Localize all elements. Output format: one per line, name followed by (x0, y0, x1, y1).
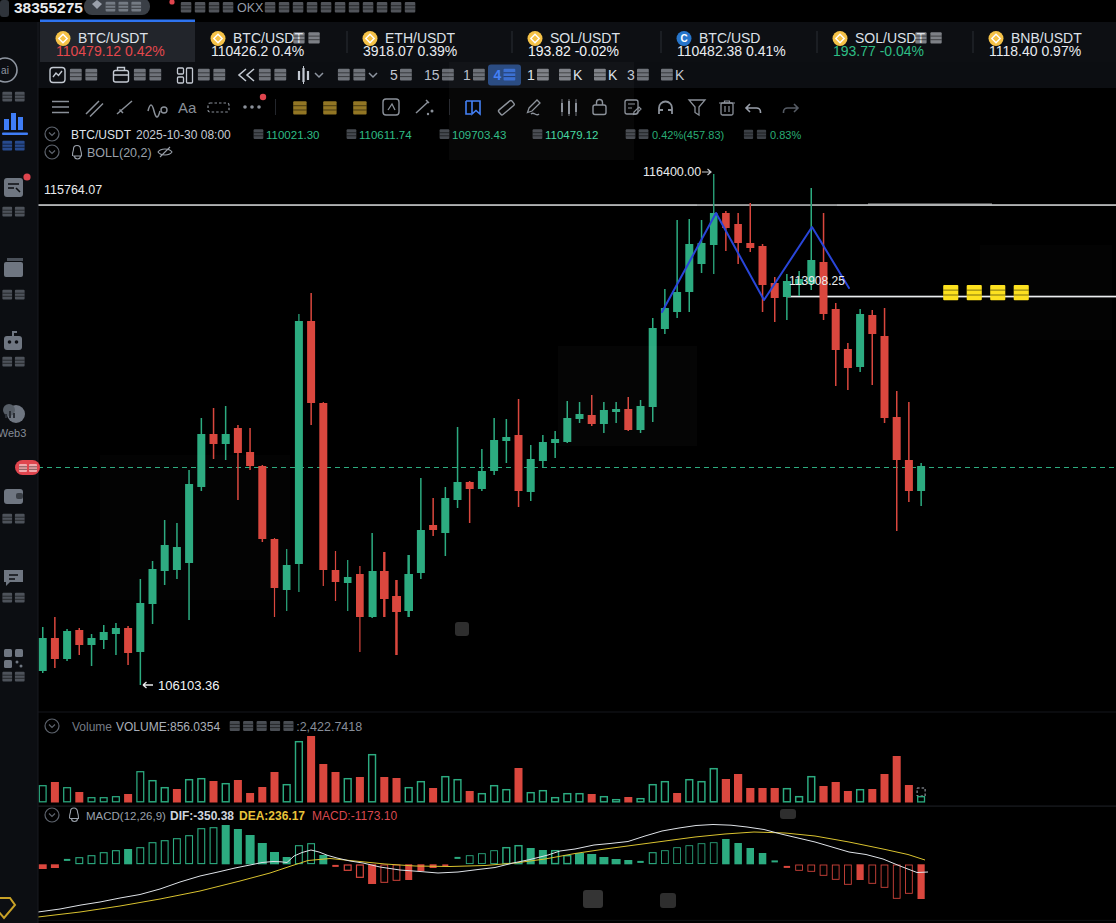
svg-text:115764.07: 115764.07 (44, 183, 102, 197)
svg-text::2,422.7418: :2,422.7418 (296, 720, 362, 734)
svg-text:110021.30: 110021.30 (266, 129, 320, 141)
svg-text:0.83%: 0.83% (770, 129, 801, 141)
svg-text:1118.40 0.97%: 1118.40 0.97% (989, 43, 1081, 59)
svg-text:193.77 -0.04%: 193.77 -0.04% (833, 43, 924, 59)
svg-text:38355275: 38355275 (14, 0, 83, 16)
svg-text:OKX: OKX (237, 1, 264, 15)
svg-text:0.42%(457.83): 0.42%(457.83) (652, 129, 724, 141)
svg-text:MACD(12,26,9): MACD(12,26,9) (86, 810, 166, 822)
svg-text:K: K (675, 67, 685, 83)
svg-text:Web3: Web3 (0, 427, 26, 439)
svg-text:15: 15 (424, 67, 440, 83)
svg-text:116400.00: 116400.00 (643, 165, 701, 179)
svg-text:110479.12 0.42%: 110479.12 0.42% (56, 43, 165, 59)
svg-text:110482.38 0.41%: 110482.38 0.41% (677, 43, 786, 59)
svg-text:ai: ai (1, 65, 9, 76)
svg-text:DIF:-350.38: DIF:-350.38 (170, 809, 234, 823)
svg-text:BOLL(20,2): BOLL(20,2) (87, 146, 152, 160)
svg-text:2025-10-30 08:00: 2025-10-30 08:00 (136, 128, 231, 142)
svg-text:3918.07 0.39%: 3918.07 0.39% (363, 43, 457, 59)
svg-text:MACD:-1173.10: MACD:-1173.10 (312, 809, 397, 823)
svg-text:193.82 -0.02%: 193.82 -0.02% (528, 43, 619, 59)
svg-text:106103.36: 106103.36 (158, 678, 219, 693)
svg-text:DEA:236.17: DEA:236.17 (239, 809, 305, 823)
svg-text:110426.2 0.4%: 110426.2 0.4% (211, 43, 304, 59)
svg-text:Aa: Aa (178, 99, 197, 116)
svg-text:BTC/USDT: BTC/USDT (71, 128, 132, 142)
svg-text:VOLUME:856.0354: VOLUME:856.0354 (116, 720, 220, 734)
svg-text:110611.74: 110611.74 (359, 129, 412, 141)
svg-text:113908.25: 113908.25 (789, 274, 845, 288)
svg-text:Volume: Volume (72, 720, 112, 734)
svg-text:5: 5 (390, 67, 398, 83)
